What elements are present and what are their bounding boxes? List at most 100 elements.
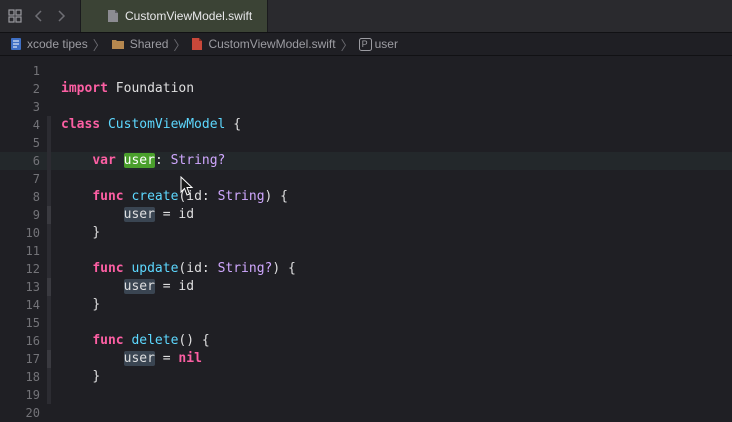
- code-text: }: [61, 368, 100, 386]
- breadcrumb: xcode tipes 〉 Shared 〉 CustomViewModel.s…: [0, 33, 732, 56]
- fold-ribbon[interactable]: [47, 332, 51, 350]
- breadcrumb-label: Shared: [129, 37, 169, 51]
- tab-label: CustomViewModel.swift: [125, 9, 253, 23]
- code-line: 1: [0, 62, 732, 80]
- code-line: 7: [0, 170, 732, 188]
- line-number: 2: [32, 82, 40, 96]
- code-line: 11: [0, 242, 732, 260]
- code-line: 18 }: [0, 368, 732, 386]
- punctuation: }: [92, 225, 101, 240]
- line-number: 20: [25, 406, 40, 420]
- fold-ribbon[interactable]: [47, 188, 51, 206]
- folder-icon: [111, 38, 125, 50]
- code-line-current: 6 var user: String?: [0, 152, 732, 170]
- assignment: = id: [154, 279, 195, 294]
- punctuation: :: [154, 153, 171, 168]
- user-identifier-occurrence[interactable]: user: [123, 351, 155, 366]
- user-identifier-occurrence[interactable]: user: [123, 279, 155, 294]
- line-number: 11: [25, 244, 40, 258]
- fold-ribbon[interactable]: [47, 314, 51, 332]
- fold-ribbon[interactable]: [47, 152, 51, 170]
- property-badge: P: [361, 38, 368, 49]
- punctuation: () {: [178, 333, 210, 348]
- code-text: var user: String?: [61, 152, 225, 170]
- code-text: func delete() {: [61, 332, 210, 350]
- code-text: }: [61, 296, 100, 314]
- code-editor[interactable]: 1 2 import Foundation 3 4 class CustomVi…: [0, 60, 732, 420]
- identifier: Foundation: [115, 81, 195, 96]
- chevron-right-icon[interactable]: [52, 0, 70, 32]
- fold-ribbon[interactable]: [47, 260, 51, 278]
- code-text: user = id: [61, 206, 194, 224]
- code-line: 12 func update(id: String?) {: [0, 260, 732, 278]
- line-number: 18: [25, 370, 40, 384]
- breadcrumb-label: xcode tipes: [27, 37, 88, 51]
- fold-ribbon[interactable]: [47, 206, 51, 224]
- code-line: 20: [0, 404, 732, 422]
- keyword: import: [61, 81, 108, 96]
- code-line: 5: [0, 134, 732, 152]
- keyword: var: [92, 153, 116, 168]
- mouse-pointer-icon: [180, 175, 194, 198]
- punctuation: ) {: [264, 189, 289, 204]
- line-number: 3: [32, 100, 40, 114]
- user-identifier-occurrence[interactable]: user: [123, 207, 155, 222]
- code-line: 16 func delete() {: [0, 332, 732, 350]
- function-name: delete: [131, 333, 179, 348]
- breadcrumb-item-shared[interactable]: Shared: [111, 37, 169, 51]
- breadcrumb-item-project[interactable]: xcode tipes: [10, 37, 88, 51]
- fold-ribbon[interactable]: [47, 242, 51, 260]
- code-line: 15: [0, 314, 732, 332]
- line-number: 17: [25, 352, 40, 366]
- code-text: import Foundation: [61, 80, 194, 98]
- fold-ribbon[interactable]: [47, 170, 51, 188]
- line-number: 12: [25, 262, 40, 276]
- code-line: 13 user = id: [0, 278, 732, 296]
- class-name: CustomViewModel: [107, 117, 226, 132]
- type-name: String: [217, 189, 265, 204]
- code-line: 19: [0, 386, 732, 404]
- code-line: 14 }: [0, 296, 732, 314]
- code-line: 8 func create(id: String) {: [0, 188, 732, 206]
- punctuation: }: [92, 369, 101, 384]
- code-text: func create(id: String) {: [61, 188, 288, 206]
- function-name: create: [131, 189, 179, 204]
- fold-ribbon[interactable]: [47, 386, 51, 404]
- code-text: func update(id: String?) {: [61, 260, 296, 278]
- code-line: 17 user = nil: [0, 350, 732, 368]
- line-number: 1: [32, 64, 40, 78]
- chevron-right-icon: 〉: [340, 37, 354, 53]
- chevron-left-icon[interactable]: [30, 0, 48, 32]
- type-name: String?: [217, 261, 273, 276]
- fold-ribbon[interactable]: [47, 134, 51, 152]
- code-text: class CustomViewModel {: [61, 116, 241, 134]
- fold-ribbon[interactable]: [47, 368, 51, 386]
- breadcrumb-item-user[interactable]: P user: [358, 37, 398, 51]
- function-name: update: [131, 261, 179, 276]
- breadcrumb-label: user: [374, 37, 398, 51]
- line-number: 16: [25, 334, 40, 348]
- keyword: class: [61, 117, 101, 132]
- grid-icon[interactable]: [6, 0, 24, 32]
- chevron-right-icon: 〉: [92, 37, 106, 53]
- punctuation: {: [225, 117, 242, 132]
- line-number: 6: [32, 154, 40, 168]
- line-number: 10: [25, 226, 40, 240]
- line-number: 5: [32, 136, 40, 150]
- line-number: 4: [32, 118, 40, 132]
- code-line: 4 class CustomViewModel {: [0, 116, 732, 134]
- punctuation: (id:: [178, 261, 218, 276]
- punctuation: }: [92, 297, 101, 312]
- line-number: 9: [32, 208, 40, 222]
- fold-ribbon[interactable]: [47, 296, 51, 314]
- fold-ribbon[interactable]: [47, 350, 51, 368]
- fold-ribbon[interactable]: [47, 278, 51, 296]
- breadcrumb-label: CustomViewModel.swift: [208, 37, 336, 51]
- user-identifier-selected[interactable]: user: [123, 153, 155, 168]
- line-number: 13: [25, 280, 40, 294]
- breadcrumb-item-file[interactable]: CustomViewModel.swift: [191, 37, 336, 51]
- fold-ribbon[interactable]: [47, 224, 51, 242]
- assignment: =: [154, 351, 179, 366]
- fold-ribbon[interactable]: [47, 116, 51, 134]
- tab-custom-view-model[interactable]: CustomViewModel.swift: [80, 0, 268, 32]
